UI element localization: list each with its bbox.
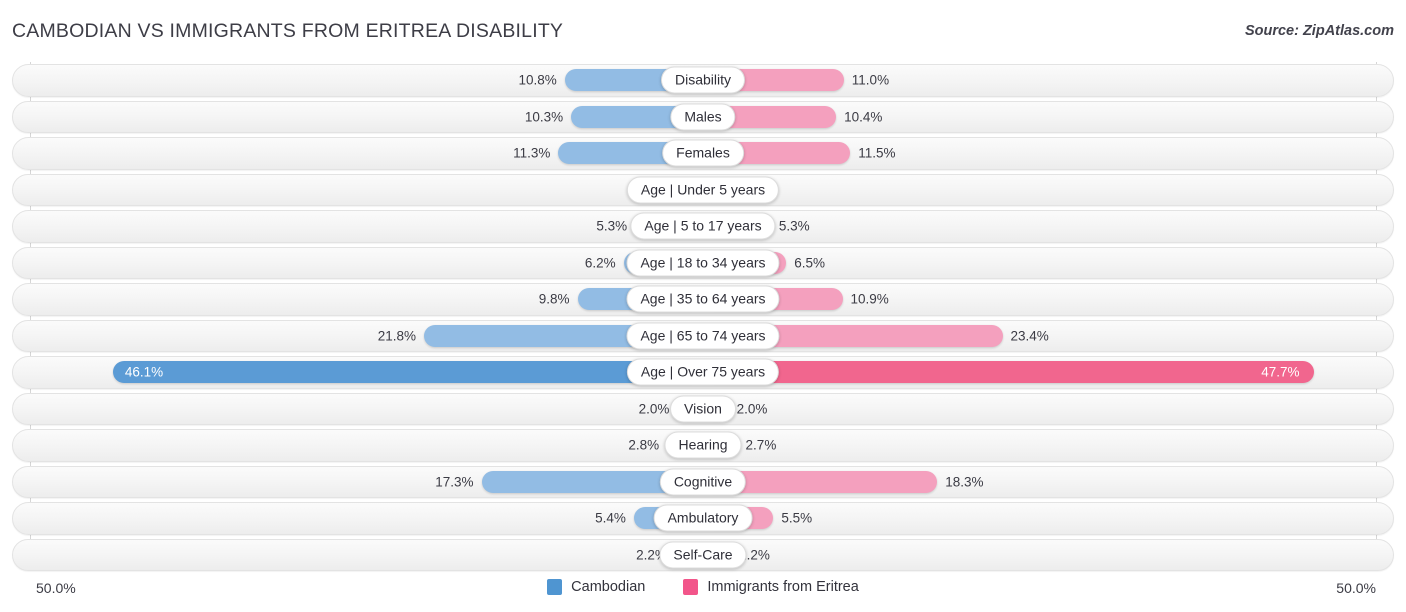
legend-swatch-icon: [547, 579, 563, 595]
value-label-cambodian: 46.1%: [124, 364, 164, 380]
chart-footer: 50.0% 50.0% Cambodian Immigrants from Er…: [0, 573, 1406, 612]
value-label-cambodian: 21.8%: [377, 328, 416, 343]
category-label: Cognitive: [659, 468, 747, 496]
chart-row[interactable]: 46.1% 47.7% Age | Over 75 years: [0, 354, 1406, 391]
chart-row[interactable]: 2.8% 2.7% Hearing: [0, 427, 1406, 464]
value-label-immigrants-from-eritrea: 10.4%: [844, 109, 883, 124]
value-label-cambodian: 9.8%: [538, 291, 570, 307]
bar-cambodian[interactable]: [112, 361, 703, 384]
category-label: Vision: [670, 395, 736, 423]
value-label-cambodian: 10.3%: [524, 109, 564, 124]
value-label-cambodian: 6.2%: [584, 255, 616, 270]
legend-swatch-icon: [683, 579, 699, 595]
chart-row[interactable]: 11.3% 11.5% Females: [0, 135, 1406, 172]
value-label-immigrants-from-eritrea: 6.5%: [794, 255, 825, 270]
value-label-cambodian: 2.0%: [638, 401, 670, 416]
value-label-cambodian: 5.3%: [596, 218, 628, 234]
legend-item-immigrants-from-eritrea[interactable]: Immigrants from Eritrea: [683, 579, 859, 595]
chart-row[interactable]: 10.3% 10.4% Males: [0, 99, 1406, 136]
category-label: Age | Over 75 years: [626, 358, 780, 386]
chart-row[interactable]: 2.2% 2.2% Self-Care: [0, 537, 1406, 574]
category-label: Age | Under 5 years: [626, 176, 780, 204]
category-label: Age | 18 to 34 years: [626, 249, 780, 277]
value-label-cambodian: 5.4%: [595, 510, 626, 526]
chart-row[interactable]: 10.8% 11.0% Disability: [0, 62, 1406, 99]
value-label-immigrants-from-eritrea: 47.7%: [1261, 364, 1300, 380]
chart-row[interactable]: 9.8% 10.9% Age | 35 to 64 years: [0, 281, 1406, 318]
diverging-bar-chart: 10.8% 11.0% Disability 10.3% 10.4% Males 11.3%…: [0, 62, 1406, 573]
category-label: Age | 5 to 17 years: [630, 212, 776, 240]
chart-row[interactable]: 5.3% 5.3% Age | 5 to 17 years: [0, 208, 1406, 245]
chart-rows: 10.8% 11.0% Disability 10.3% 10.4% Males 11.3%…: [0, 62, 1406, 573]
chart-header: CAMBODIAN VS IMMIGRANTS FROM ERITREA DIS…: [0, 0, 1406, 60]
category-label: Females: [662, 139, 744, 167]
value-label-cambodian: 10.8%: [518, 72, 557, 88]
source-attribution: Source: ZipAtlas.com: [1244, 23, 1394, 39]
value-label-immigrants-from-eritrea: 10.9%: [850, 291, 889, 307]
bar-immigrants-from-eritrea[interactable]: [703, 361, 1314, 384]
chart-row[interactable]: 1.2%1.2%Age | Under 5 years: [0, 172, 1406, 209]
chart-row[interactable]: 5.4% 5.5% Ambulatory: [0, 500, 1406, 537]
chart-row[interactable]: 6.2% 6.5% Age | 18 to 34 years: [0, 245, 1406, 282]
chart-legend: Cambodian Immigrants from Eritrea: [0, 579, 1406, 595]
category-label: Disability: [660, 66, 746, 94]
category-label: Ambulatory: [653, 504, 753, 532]
chart-row[interactable]: 17.3% 18.3% Cognitive: [0, 464, 1406, 501]
chart-row[interactable]: 2.0% 2.0% Vision: [0, 391, 1406, 428]
category-label: Age | 35 to 64 years: [626, 285, 780, 313]
value-label-immigrants-from-eritrea: 2.0%: [736, 401, 768, 416]
value-label-immigrants-from-eritrea: 5.3%: [778, 218, 810, 234]
legend-item-label: Immigrants from Eritrea: [707, 579, 859, 595]
value-label-immigrants-from-eritrea: 11.5%: [858, 145, 896, 161]
value-label-cambodian: 2.8%: [628, 437, 660, 453]
legend-item-label: Cambodian: [571, 579, 646, 595]
value-label-immigrants-from-eritrea: 23.4%: [1010, 328, 1049, 343]
value-label-immigrants-from-eritrea: 11.0%: [851, 72, 890, 88]
category-label: Males: [670, 103, 736, 131]
chart-row[interactable]: 21.8% 23.4% Age | 65 to 74 years: [0, 318, 1406, 355]
value-label-immigrants-from-eritrea: 2.7%: [745, 437, 777, 453]
page-title: CAMBODIAN VS IMMIGRANTS FROM ERITREA DIS…: [12, 20, 564, 42]
value-label-immigrants-from-eritrea: 5.5%: [781, 510, 813, 526]
category-label: Self-Care: [659, 541, 747, 569]
category-label: Age | 65 to 74 years: [626, 322, 780, 350]
legend-item-cambodian[interactable]: Cambodian: [547, 579, 645, 595]
value-label-immigrants-from-eritrea: 18.3%: [945, 474, 984, 489]
value-label-cambodian: 17.3%: [435, 474, 474, 489]
category-label: Hearing: [664, 431, 742, 459]
value-label-cambodian: 11.3%: [513, 145, 551, 161]
